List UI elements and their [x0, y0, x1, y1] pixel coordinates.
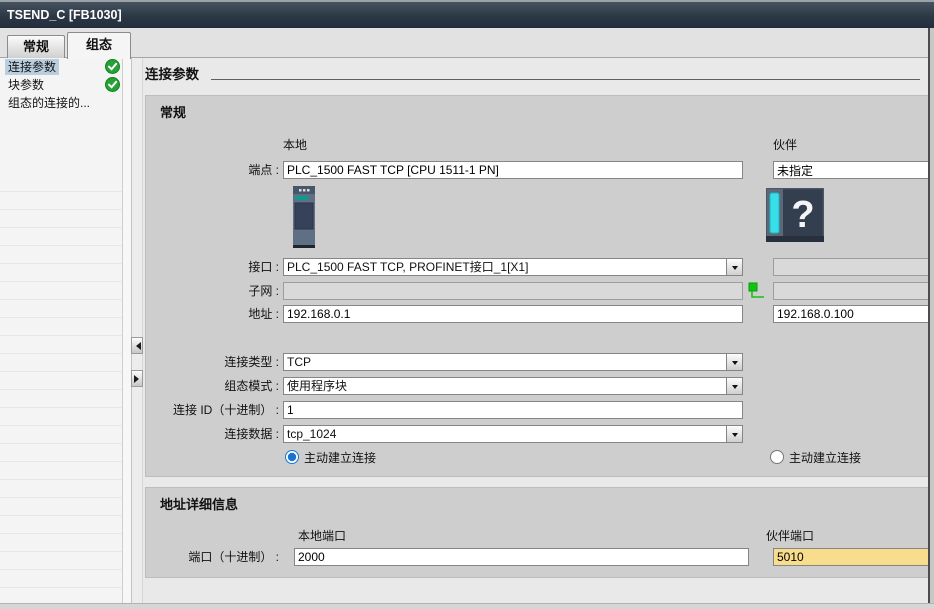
dropdown-arrow-icon[interactable] — [726, 354, 742, 370]
endpoint-partner-input[interactable] — [773, 161, 929, 179]
connection-type-value: TCP — [287, 355, 311, 369]
connection-data-label: 连接数据 : — [224, 427, 279, 441]
tab-bar: 常规 组态 — [0, 28, 934, 59]
pane-splitter[interactable] — [132, 58, 143, 609]
subnet-local-field — [283, 282, 743, 300]
subnet-partner-field — [773, 282, 929, 300]
question-mark-glyph: ? — [791, 194, 814, 236]
general-heading: 常规 — [160, 105, 187, 120]
endpoint-label: 端点 : — [248, 163, 279, 177]
config-mode-value: 使用程序块 — [287, 379, 348, 393]
title-rule — [211, 79, 920, 80]
local-active-connection-radio-row: 主动建立连接 — [285, 449, 376, 465]
local-plc-device-image — [293, 186, 315, 248]
tab-general[interactable]: 常规 — [7, 35, 65, 58]
address-label: 地址 : — [248, 307, 279, 321]
local-active-connection-radio[interactable] — [285, 450, 299, 464]
dropdown-arrow-icon[interactable] — [726, 378, 742, 394]
port-label: 端口（十进制） : — [188, 550, 279, 564]
sidebar-empty-rows — [0, 174, 122, 609]
partner-port-input[interactable] — [773, 548, 929, 566]
partner-port-column-label: 伙伴端口 — [766, 529, 815, 543]
sidebar-item-label: 组态的连接的... — [8, 96, 91, 110]
interface-local-dropdown[interactable]: PLC_1500 FAST TCP, PROFINET接口_1[X1] — [283, 258, 743, 276]
unknown-partner-device-image: ? — [766, 188, 824, 242]
page-title: 连接参数 — [145, 67, 199, 82]
tab-configuration[interactable]: 组态 — [67, 32, 131, 59]
dropdown-arrow-icon[interactable] — [726, 426, 742, 442]
sidebar-scrollbar[interactable] — [122, 58, 132, 609]
local-port-input[interactable] — [294, 548, 749, 566]
window-title: TSEND_C [FB1030] — [0, 2, 934, 28]
bottom-window-edge — [0, 603, 934, 609]
interface-partner-field — [773, 258, 929, 276]
sidebar-item-label: 块参数 — [8, 78, 45, 92]
interface-label: 接口 : — [248, 260, 279, 274]
connection-type-label: 连接类型 : — [224, 355, 279, 369]
subnet-label: 子网 : — [248, 284, 279, 298]
partner-active-connection-radio[interactable] — [770, 450, 784, 464]
connection-data-dropdown[interactable]: tcp_1024 — [283, 425, 743, 443]
local-active-connection-label: 主动建立连接 — [304, 450, 377, 465]
connection-id-label: 连接 ID（十进制） : — [172, 403, 279, 417]
address-partner-input[interactable] — [773, 305, 929, 323]
address-details-heading: 地址详细信息 — [160, 497, 239, 512]
collapse-left-icon[interactable] — [131, 337, 143, 354]
sidebar-item-configured-connections[interactable]: 组态的连接的... — [0, 94, 122, 112]
section-title-row: 连接参数 — [145, 63, 920, 83]
status-ok-icon — [105, 77, 120, 92]
config-mode-label: 组态模式 : — [224, 379, 279, 393]
sidebar-item-block-parameters[interactable]: 块参数 — [0, 76, 122, 94]
connection-type-dropdown[interactable]: TCP — [283, 353, 743, 371]
local-port-column-label: 本地端口 — [298, 529, 347, 543]
local-column-label: 本地 — [283, 138, 308, 152]
partner-active-connection-label: 主动建立连接 — [789, 450, 862, 465]
partner-column-label: 伙伴 — [773, 138, 798, 152]
address-details-panel: 地址详细信息 本地端口 伙伴端口 端口（十进制） : — [145, 487, 929, 578]
partner-active-connection-radio-row: 主动建立连接 — [770, 449, 861, 465]
status-ok-icon — [105, 59, 120, 74]
address-local-input[interactable] — [283, 305, 743, 323]
general-panel: 常规 本地 伙伴 端点 : ? 接口 : PLC_15 — [145, 95, 929, 477]
interface-local-value: PLC_1500 FAST TCP, PROFINET接口_1[X1] — [287, 260, 529, 274]
sidebar-item-label: 连接参数 — [5, 59, 60, 75]
dropdown-arrow-icon[interactable] — [726, 259, 742, 275]
expand-right-icon[interactable] — [131, 370, 143, 387]
connection-data-value: tcp_1024 — [287, 427, 337, 441]
subnet-connector-icon — [748, 282, 764, 298]
navigation-sidebar: 连接参数 块参数 组态的连接的... — [0, 58, 122, 609]
tsend-c-configuration-window: TSEND_C [FB1030] 常规 组态 连接参数 块参数 组态的连接的..… — [0, 0, 934, 609]
config-mode-dropdown[interactable]: 使用程序块 — [283, 377, 743, 395]
right-window-edge — [928, 28, 934, 609]
endpoint-local-input[interactable] — [283, 161, 743, 179]
connection-id-input[interactable] — [283, 401, 743, 419]
sidebar-item-connection-parameters[interactable]: 连接参数 — [0, 58, 122, 76]
